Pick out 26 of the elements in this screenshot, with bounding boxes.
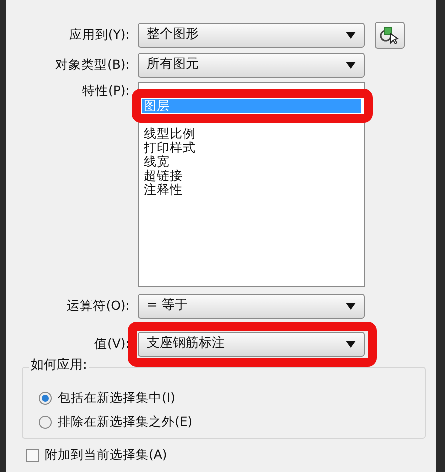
field-label: 应用到(Y): [68, 26, 131, 44]
select-objects-icon [380, 26, 400, 44]
field-label: 特性(P): [81, 82, 131, 100]
radio-button[interactable] [39, 392, 52, 404]
field-label: 对象类型(B): [54, 56, 131, 74]
list-item[interactable]: 超链接 [142, 169, 361, 183]
dropdown[interactable]: 所有图元 [138, 52, 365, 78]
list-item[interactable]: 线型比例 [142, 127, 361, 141]
list-item[interactable]: 线宽 [142, 155, 361, 169]
dropdown[interactable]: 整个图形 [138, 22, 365, 48]
radio-label[interactable]: 包括在新选择集中(I) [58, 388, 176, 408]
dropdown-caret-icon [346, 340, 356, 348]
checkbox[interactable] [26, 448, 39, 462]
list-item[interactable]: 打印样式 [142, 141, 361, 155]
radio-label[interactable]: 排除在新选择集之外(E) [58, 412, 193, 432]
dropdown[interactable]: = 等于 [138, 294, 365, 318]
list-item[interactable]: 注释性 [142, 183, 361, 197]
radio-button[interactable] [39, 416, 52, 428]
field-label: 运算符(O): [66, 296, 131, 315]
checkbox-label[interactable]: 附加到当前选择集(A) [45, 446, 168, 464]
dropdown-caret-icon [346, 32, 356, 38]
field-label: 值(V): [93, 334, 131, 353]
select-objects-button[interactable] [375, 22, 405, 48]
dropdown-caret-icon [346, 302, 356, 310]
dropdown-caret-icon [346, 62, 356, 68]
dropdown[interactable]: 支座钢筋标注 [138, 332, 365, 356]
